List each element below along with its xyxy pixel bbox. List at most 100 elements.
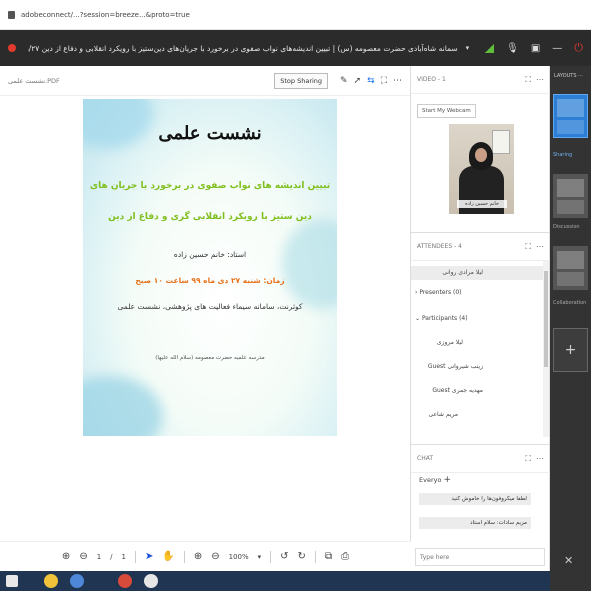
zoom-out-icon[interactable]: ⊖	[211, 551, 219, 562]
more-icon[interactable]: ⋯	[536, 242, 544, 251]
power-icon[interactable]: ⏻	[574, 41, 583, 55]
stop-sharing-button[interactable]: Stop Sharing	[274, 72, 329, 89]
video-pod-title: VIDEO - 1	[417, 76, 446, 83]
layout-preview	[557, 179, 584, 197]
participant-row[interactable]: مریم شاعی	[411, 411, 543, 418]
fullscreen-icon[interactable]: ⛶	[525, 454, 531, 464]
participant-row[interactable]: زینب شیروانی Guest	[411, 363, 543, 370]
slide-title: نشست علمی	[158, 123, 262, 144]
presenters-group[interactable]: › Presenters (0)	[415, 289, 462, 296]
more-icon[interactable]: ⋯	[536, 75, 544, 84]
participants-group[interactable]: ⌄ Participants (4)	[415, 315, 468, 322]
presentation-slide: نشست علمی تبیین اندیشه های نواب صفوی در …	[83, 99, 337, 436]
share-pod: نشست علمی.PDF Stop Sharing ✎ ➚ ⇆ ⛶ ⋯ نشس…	[0, 66, 411, 541]
participants-label: Participants (4)	[421, 315, 468, 322]
add-layout-button[interactable]: +	[553, 328, 588, 372]
app-icon[interactable]	[118, 574, 132, 588]
rotate-right-icon[interactable]: ↻	[298, 551, 306, 562]
share-pod-header: نشست علمی.PDF Stop Sharing ✎ ➚ ⇆ ⛶ ⋯	[0, 66, 410, 96]
video-pod-header: VIDEO - 1 ⛶ ⋯	[411, 66, 550, 94]
app-icon[interactable]	[144, 574, 158, 588]
attendee-row[interactable]: لیلا مرادی روانی	[411, 266, 543, 280]
browser-icon[interactable]	[70, 574, 84, 588]
os-taskbar	[0, 571, 550, 591]
signal-icon	[485, 43, 495, 53]
meeting-controls: 🎙 ▣ — ⏻	[485, 41, 583, 55]
divider	[314, 550, 316, 563]
layout-discussion[interactable]	[553, 174, 588, 218]
fullscreen-icon[interactable]: ⛶	[525, 75, 531, 85]
chat-input[interactable]	[415, 548, 545, 566]
zoom-level[interactable]: 100%	[229, 553, 249, 561]
layouts-title: LAYOUTS	[554, 73, 577, 79]
attendees-pod-header: ATTENDEES - 4 ⛶ ⋯	[411, 233, 550, 261]
slide-subtitle-line1: تبیین اندیشه های نواب صفوی در برخورد با …	[89, 181, 331, 191]
video-pod: VIDEO - 1 ⛶ ⋯ Start My Webcam خانم حسین …	[411, 66, 550, 232]
slide-subtitle-line2: دین ستیز با رویکرد انقلابی گری و دفاع از…	[108, 212, 312, 222]
chat-message: لطفا میکروفون‌ها را خاموش کنید	[419, 493, 531, 505]
slide-time: زمان: شنبه ۲۷ دی ماه ۹۹ ساعت ۱۰ صبح	[135, 276, 285, 285]
record-icon[interactable]	[8, 44, 16, 52]
chevron-down-icon[interactable]: ▾	[258, 553, 262, 561]
chat-message: مریم سادات: سلام استاد	[419, 517, 531, 529]
zoom-in-icon[interactable]: ⊕	[194, 551, 202, 562]
slide-decoration	[83, 376, 163, 436]
fit-width-icon[interactable]: ⧉	[325, 551, 332, 562]
total-pages: 1	[121, 552, 126, 561]
chat-audience-tab[interactable]: Everyo +	[419, 475, 451, 485]
rotate-left-icon[interactable]: ↺	[280, 551, 288, 562]
start-icon[interactable]	[6, 575, 18, 587]
scrollbar-thumb[interactable]	[544, 271, 548, 367]
meeting-bar: سمانه شاه‌آبادی حضرت معصومه (س) | تبیین …	[0, 30, 591, 66]
more-icon[interactable]: ⋯	[578, 73, 583, 79]
fullscreen-icon[interactable]: ⛶	[381, 76, 387, 86]
participant-row[interactable]: مهدیه جمری Guest	[411, 387, 543, 394]
more-icon[interactable]: ⋯	[393, 76, 402, 86]
lock-icon	[8, 10, 15, 19]
attendees-pod: ATTENDEES - 4 ⛶ ⋯ لیلا مرادی روانی › Pre…	[411, 232, 550, 444]
sync-icon[interactable]: ⇆	[367, 76, 375, 86]
chevron-down-icon: ⌄	[415, 315, 422, 322]
dropdown-arrow-icon[interactable]: ▾	[466, 44, 470, 52]
webcam-icon[interactable]: ▣	[531, 43, 540, 54]
slide-venue: کوثرنت، سامانه سیماء فعالیت های پژوهشی، …	[117, 302, 303, 311]
address-bar[interactable]: adobeconnect/...?session=breeze...&proto…	[0, 0, 591, 30]
divider	[270, 550, 272, 563]
current-page[interactable]: 1	[97, 553, 101, 561]
next-page-icon[interactable]: ⊖	[79, 551, 87, 562]
layout-label: Discussion	[553, 224, 580, 230]
cursor-tool-icon[interactable]: ➤	[145, 551, 153, 562]
webcam-name-label: خانم حسین زاده	[457, 200, 507, 208]
divider	[135, 550, 136, 563]
download-icon[interactable]: ⎙	[341, 551, 349, 562]
folder-icon[interactable]	[44, 574, 58, 588]
add-icon[interactable]: +	[444, 475, 452, 485]
hand-tool-icon[interactable]: ✋	[162, 551, 174, 562]
layout-label: Sharing	[553, 152, 573, 158]
layout-preview	[557, 272, 584, 286]
microphone-icon[interactable]: 🎙	[506, 43, 519, 54]
chat-pod: CHAT ⛶ ⋯ Everyo + لطفا میکروفون‌ها را خا…	[411, 444, 550, 571]
person-face	[475, 148, 487, 162]
wrench-icon[interactable]: ✕	[564, 554, 573, 567]
slide-teacher: استاد: خانم حسین زاده	[173, 250, 247, 259]
pencil-icon[interactable]: ✎	[340, 76, 348, 86]
url-text[interactable]: adobeconnect/...?session=breeze...&proto…	[21, 11, 190, 19]
fullscreen-icon[interactable]: ⛶	[525, 242, 531, 252]
start-webcam-button[interactable]: Start My Webcam	[417, 104, 476, 118]
more-icon[interactable]: ⋯	[536, 454, 544, 463]
layout-sharing[interactable]	[553, 94, 588, 138]
participant-row[interactable]: لیلا مروزی	[411, 339, 543, 346]
layout-collaboration[interactable]	[553, 246, 588, 290]
prev-page-icon[interactable]: ⊕	[62, 551, 70, 562]
document-toolbar: ⊕ ⊖ 1 / 1 ➤ ✋ ⊕ ⊖ 100% ▾ ↺ ↻ ⧉ ⎙	[0, 541, 411, 571]
minimize-icon[interactable]: —	[552, 43, 562, 54]
right-column: VIDEO - 1 ⛶ ⋯ Start My Webcam خانم حسین …	[411, 66, 550, 571]
layout-preview	[557, 99, 584, 117]
meeting-title: سمانه شاه‌آبادی حضرت معصومه (س) | تبیین …	[28, 43, 458, 53]
chat-audience-label: Everyo	[419, 476, 442, 484]
pointer-icon[interactable]: ➚	[354, 76, 362, 86]
page-separator: /	[110, 552, 113, 561]
attendees-scrollbar[interactable]	[543, 261, 549, 437]
slide-footer: مدرسه علمیه حضرت معصومه (سلام الله علیها…	[155, 355, 265, 361]
